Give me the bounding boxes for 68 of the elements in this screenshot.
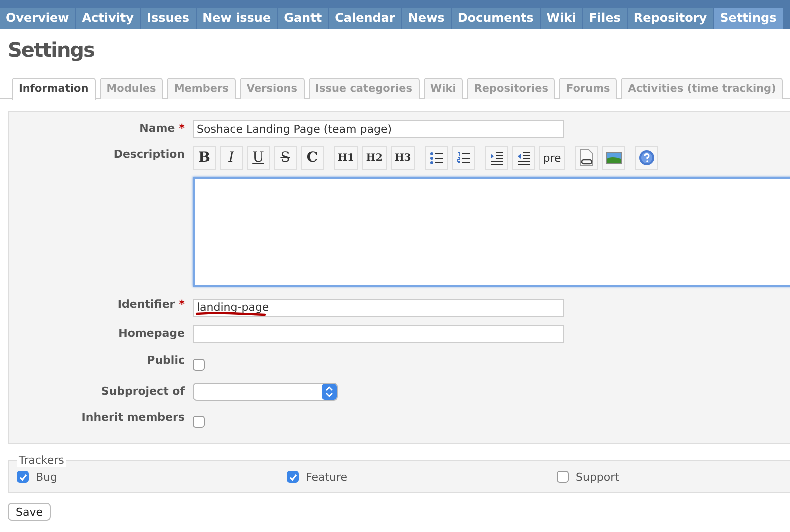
identifier-field[interactable]: landing-page: [193, 298, 564, 316]
toolbar-button[interactable]: H3: [390, 146, 416, 170]
toolbar-button[interactable]: U: [247, 146, 270, 170]
outdent-icon: [516, 152, 531, 164]
required-mark: *: [179, 298, 185, 311]
page-title: Settings: [8, 37, 94, 64]
image-icon: [606, 152, 622, 164]
field-label: Public: [147, 354, 185, 366]
dropdown-arrows-icon: [322, 384, 337, 400]
menu-tab[interactable]: Gantt: [278, 8, 328, 29]
menu-tab[interactable]: Settings: [714, 8, 783, 29]
tab[interactable]: Wiki: [424, 78, 464, 99]
toolbar-button[interactable]: C: [301, 146, 324, 170]
field-label: Subproject of: [101, 384, 185, 398]
tab[interactable]: Forums: [559, 78, 618, 99]
tracker-label: Bug: [36, 470, 58, 484]
tab[interactable]: Repositories: [467, 78, 556, 99]
toolbar-button[interactable]: [425, 146, 448, 170]
checkbox[interactable]: [193, 359, 205, 372]
tab[interactable]: Versions: [240, 78, 305, 99]
tracker-label: Feature: [306, 470, 348, 484]
menu-tab[interactable]: Calendar: [329, 8, 402, 29]
menu-tab[interactable]: Activity: [76, 8, 140, 29]
toolbar-button[interactable]: pre: [539, 146, 566, 170]
tab[interactable]: Members: [167, 78, 236, 99]
tab[interactable]: Issue categories: [308, 78, 420, 99]
toolbar-button[interactable]: [452, 146, 476, 170]
field-label: Homepage: [118, 326, 185, 340]
tab[interactable]: Information: [12, 78, 96, 100]
required-mark: *: [179, 122, 185, 135]
toolbar-button[interactable]: [575, 146, 598, 170]
toolbar-button[interactable]: [485, 146, 508, 170]
field-label: Identifier: [118, 298, 176, 311]
menu-tab[interactable]: Documents: [452, 8, 540, 29]
tracker-label: Support: [576, 470, 620, 484]
menu-tab[interactable]: Files: [583, 8, 627, 29]
menu-tab[interactable]: Overview: [0, 8, 76, 29]
save-button[interactable]: Save: [8, 502, 52, 520]
field-label: Inherit members: [82, 410, 185, 424]
description-field[interactable]: [193, 177, 790, 287]
numbered-list-icon: [456, 152, 471, 164]
toolbar-button[interactable]: S: [274, 146, 297, 170]
trackers-legend: Trackers: [17, 454, 66, 466]
indent-icon: [490, 152, 504, 164]
homepage-field[interactable]: [193, 324, 564, 342]
bulleted-list-icon: [430, 152, 444, 164]
tab[interactable]: Modules: [100, 78, 164, 99]
toolbar-button[interactable]: [512, 146, 536, 170]
field-label: Description: [114, 148, 185, 161]
field-label: Name: [140, 122, 176, 135]
menu-tab[interactable]: Repository: [628, 8, 714, 29]
subproject-select[interactable]: [193, 382, 338, 400]
menu-tab[interactable]: New issue: [196, 8, 278, 29]
document-link-icon: [580, 149, 594, 167]
name-field[interactable]: Soshace Landing Page (team page): [193, 120, 564, 138]
menu-tab[interactable]: Wiki: [540, 8, 582, 29]
checkbox[interactable]: [17, 471, 29, 483]
toolbar-button[interactable]: H1: [334, 146, 358, 170]
help-icon: [638, 150, 655, 166]
menu-tab[interactable]: Issues: [141, 8, 196, 29]
checkbox[interactable]: [287, 471, 299, 483]
menu-tab[interactable]: News: [402, 8, 451, 29]
checkbox[interactable]: [557, 471, 569, 483]
toolbar-button[interactable]: H2: [362, 146, 387, 170]
toolbar-button[interactable]: B: [193, 146, 216, 170]
tab[interactable]: Activities (time tracking): [621, 78, 784, 99]
checkbox[interactable]: [193, 416, 205, 428]
toolbar-button[interactable]: I: [220, 146, 243, 170]
